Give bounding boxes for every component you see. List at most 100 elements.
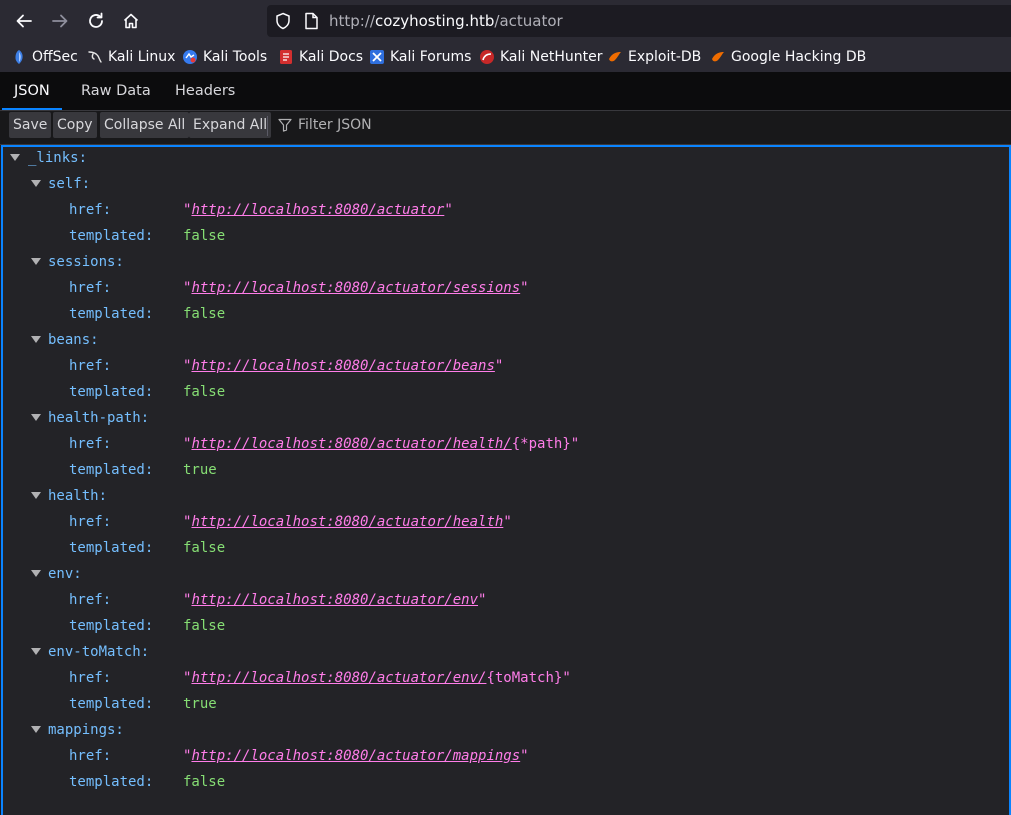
bookmark-google-hacking-db[interactable]: Google Hacking DB (710, 47, 866, 67)
ghdb-icon (712, 52, 724, 62)
href-template-suffix: {*path} (511, 436, 571, 452)
href-link[interactable]: http://localhost:8080/actuator/health/ (191, 436, 511, 452)
expand-toggle-icon[interactable] (31, 336, 41, 343)
forward-arrow-icon (52, 14, 68, 28)
tree-key: sessions: (48, 254, 124, 270)
collapse-all-button[interactable]: Collapse All (100, 112, 190, 138)
tab-json[interactable]: JSON (2, 73, 62, 110)
tree-value-boolean: false (183, 384, 226, 400)
tree-row-href[interactable]: href: "http://localhost:8080/actuator" (3, 197, 1003, 223)
tree-key-templated: templated: (69, 306, 154, 322)
tree-row-href[interactable]: href: "http://localhost:8080/actuator/map… (3, 743, 1003, 769)
href-link[interactable]: http://localhost:8080/actuator (191, 202, 444, 218)
href-link[interactable]: http://localhost:8080/actuator/mappings (191, 748, 520, 764)
tree-value-string: "http://localhost:8080/actuator/beans" (183, 358, 504, 374)
expand-toggle-icon[interactable] (31, 726, 41, 733)
tree-row-href[interactable]: href: "http://localhost:8080/actuator/env… (3, 665, 1003, 691)
bookmarks-toolbar: OffSec Kali Linux Kali Tools Kali Docs K… (0, 42, 1011, 73)
page-info-icon[interactable] (302, 12, 320, 30)
tree-key: self: (48, 176, 91, 192)
tree-row-href[interactable]: href: "http://localhost:8080/actuator/ses… (3, 275, 1003, 301)
tree-row-href[interactable]: href: "http://localhost:8080/actuator/env… (3, 587, 1003, 613)
bookmark-label: Kali Docs (299, 49, 364, 65)
expand-toggle-icon[interactable] (31, 492, 41, 499)
tree-row-templated[interactable]: templated: false (3, 379, 1003, 405)
bookmark-kali-docs[interactable]: Kali Docs (278, 47, 363, 67)
url-path: /actuator (494, 12, 563, 30)
tracking-shield-icon[interactable] (274, 12, 292, 30)
bookmark-label: Google Hacking DB (731, 49, 867, 65)
href-link[interactable]: http://localhost:8080/actuator/env (191, 592, 478, 608)
tree-key: env: (48, 566, 82, 582)
tree-key: env-toMatch: (48, 644, 150, 660)
href-link[interactable]: http://localhost:8080/actuator/env/ (191, 670, 486, 686)
tree-value-string: "http://localhost:8080/actuator/health/{… (183, 436, 580, 452)
bookmark-offsec[interactable]: OffSec (11, 47, 78, 67)
tree-value-string: "http://localhost:8080/actuator/sessions… (183, 280, 529, 296)
bookmark-kali-linux[interactable]: Kali Linux (87, 47, 175, 67)
tree-key: mappings: (48, 722, 124, 738)
tree-key-href: href: (69, 436, 112, 452)
home-button[interactable] (116, 6, 146, 36)
forward-button[interactable] (45, 6, 75, 36)
tree-key: _links: (28, 150, 88, 166)
tree-key-templated: templated: (69, 618, 154, 634)
bookmark-kali-nethunter[interactable]: Kali NetHunter (479, 47, 602, 67)
tree-key-href: href: (69, 280, 112, 296)
tree-value-boolean: false (183, 306, 226, 322)
tree-value-boolean: false (183, 228, 226, 244)
tree-key-templated: templated: (69, 774, 154, 790)
tree-value-boolean: true (183, 462, 217, 478)
tree-row-href[interactable]: href: "http://localhost:8080/actuator/hea… (3, 509, 1003, 535)
tree-key-href: href: (69, 592, 112, 608)
kali-tools-icon (183, 50, 197, 64)
bookmark-exploit-db[interactable]: Exploit-DB (607, 47, 701, 67)
tree-value-boolean: false (183, 540, 226, 556)
bookmark-kali-forums[interactable]: Kali Forums (369, 47, 471, 67)
href-link[interactable]: http://localhost:8080/actuator/health (191, 514, 503, 530)
expand-toggle-icon[interactable] (31, 570, 41, 577)
json-toolbar: Save Copy Collapse All Expand All Filter… (0, 111, 1011, 145)
tree-key-href: href: (69, 514, 112, 530)
expand-toggle-icon[interactable] (31, 258, 41, 265)
filter-json-input[interactable]: Filter JSON (278, 112, 372, 138)
address-bar[interactable]: http://cozyhosting.htb/actuator (267, 5, 1011, 37)
back-button[interactable] (9, 6, 39, 36)
tree-row-templated[interactable]: templated: false (3, 613, 1003, 639)
tree-row-templated[interactable]: templated: false (3, 301, 1003, 327)
expand-all-button[interactable]: Expand All (189, 112, 272, 138)
json-tree: _links: self: href: "http://localhost:8080… (1, 145, 1011, 815)
tab-raw-data[interactable]: Raw Data (69, 73, 163, 110)
reload-button[interactable] (81, 6, 111, 36)
tree-row-templated[interactable]: templated: true (3, 691, 1003, 717)
tab-headers[interactable]: Headers (163, 73, 247, 110)
href-link[interactable]: http://localhost:8080/actuator/sessions (191, 280, 520, 296)
tree-row-href[interactable]: href: "http://localhost:8080/actuator/bea… (3, 353, 1003, 379)
tree-key: health-path: (48, 410, 150, 426)
tree-value-string: "http://localhost:8080/actuator/mappings… (183, 748, 529, 764)
tree-value-boolean: false (183, 618, 226, 634)
url-text[interactable]: http://cozyhosting.htb/actuator (329, 12, 563, 30)
copy-button[interactable]: Copy (53, 112, 97, 138)
expand-toggle-icon[interactable] (31, 180, 41, 187)
expand-toggle-icon[interactable] (10, 154, 20, 161)
tree-row-templated[interactable]: templated: false (3, 769, 1003, 795)
filter-icon (278, 118, 292, 132)
json-viewer-tabs: JSON Raw Data Headers (0, 73, 1011, 111)
kali-docs-icon (280, 50, 292, 64)
bookmark-label: Kali Linux (108, 49, 176, 65)
tree-row-href[interactable]: href: "http://localhost:8080/actuator/hea… (3, 431, 1003, 457)
href-template-suffix: {toMatch} (486, 670, 563, 686)
tree-row-templated[interactable]: templated: false (3, 223, 1003, 249)
expand-toggle-icon[interactable] (31, 414, 41, 421)
bookmark-kali-tools[interactable]: Kali Tools (182, 47, 267, 67)
href-link[interactable]: http://localhost:8080/actuator/beans (191, 358, 494, 374)
kali-dragon-icon (88, 51, 102, 63)
tree-key-templated: templated: (69, 462, 154, 478)
tree-row-templated[interactable]: templated: true (3, 457, 1003, 483)
tree-row-templated[interactable]: templated: false (3, 535, 1003, 561)
tree-value-string: "http://localhost:8080/actuator/env/{toM… (183, 670, 571, 686)
url-protocol: http:// (329, 12, 375, 30)
save-button[interactable]: Save (9, 112, 52, 138)
expand-toggle-icon[interactable] (31, 648, 41, 655)
